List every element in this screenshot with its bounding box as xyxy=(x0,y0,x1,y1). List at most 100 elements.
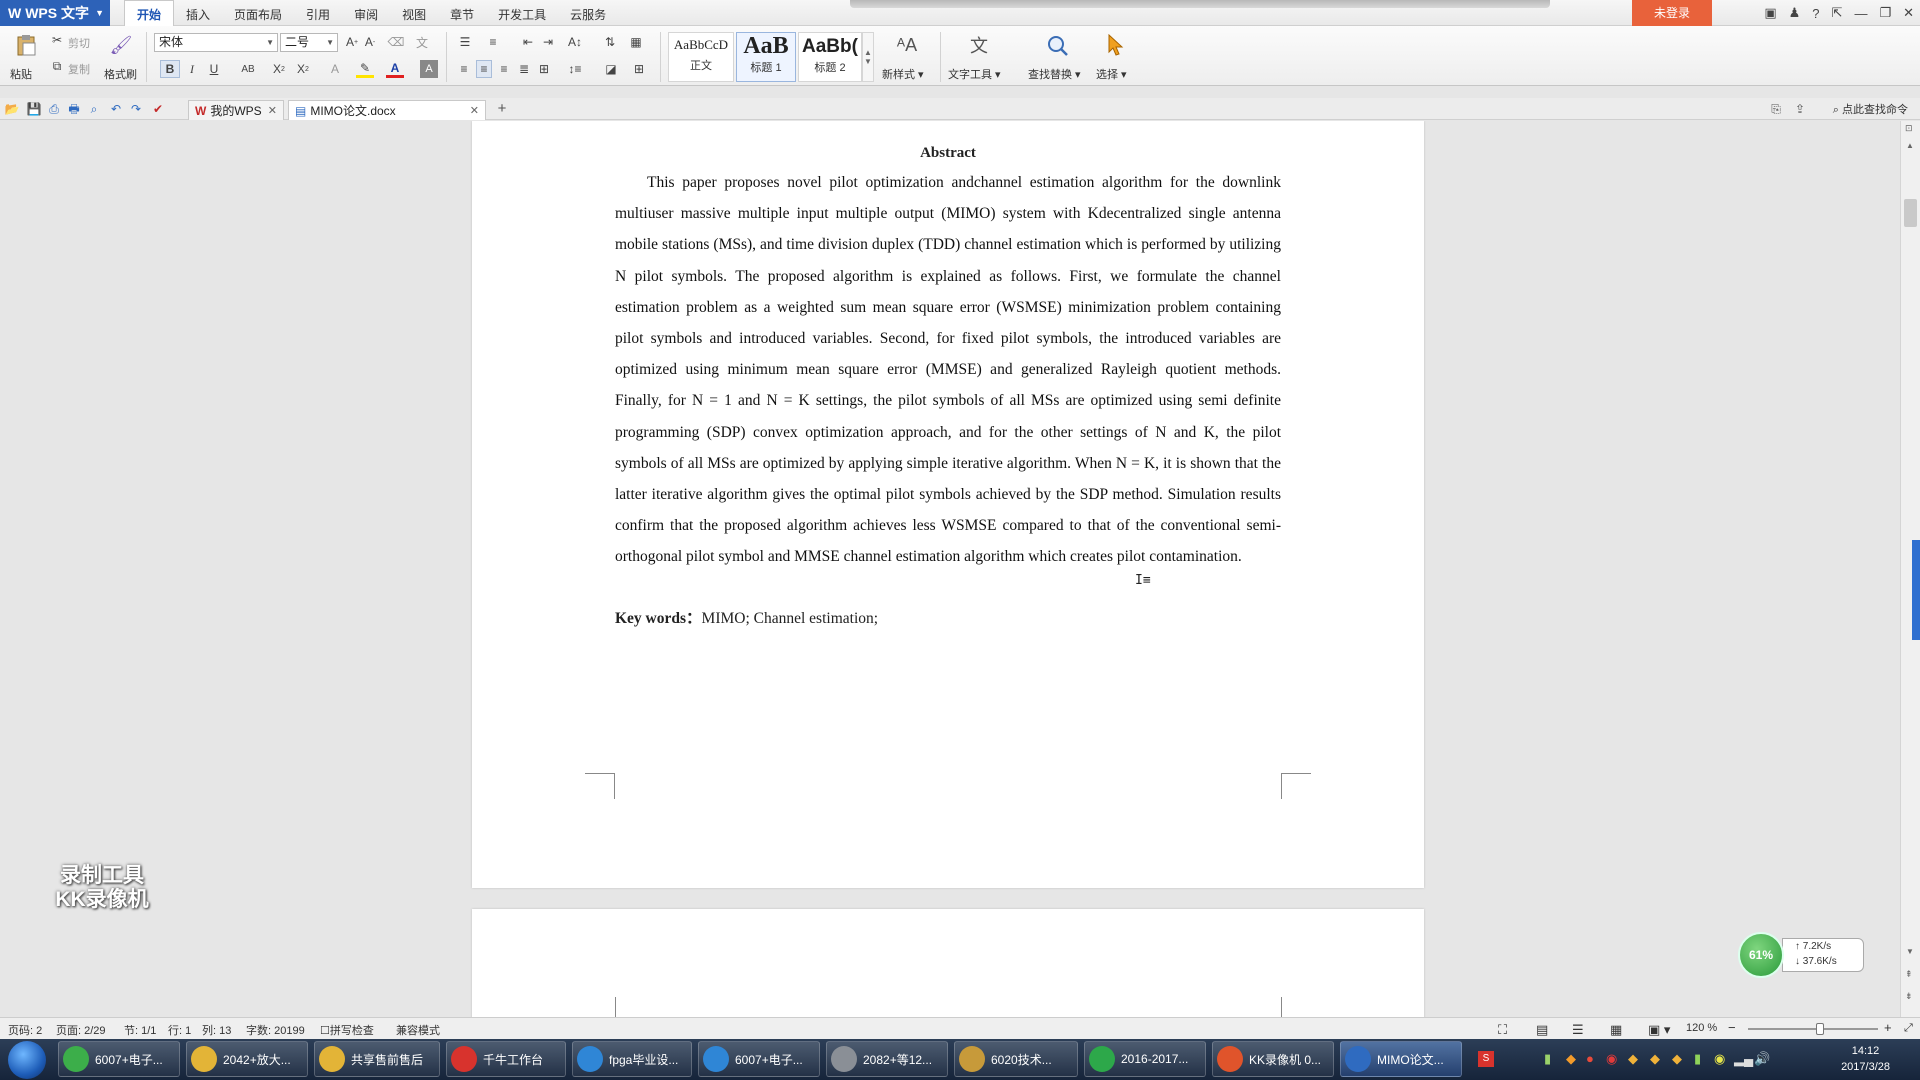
line-spacing-icon[interactable]: ↕≡ xyxy=(564,60,586,78)
taskbar-item[interactable]: 2082+等12... xyxy=(826,1041,948,1077)
tab-chapter[interactable]: 章节 xyxy=(438,0,486,26)
tray-app-icon[interactable]: ◆ xyxy=(1650,1051,1660,1067)
open-folder-icon[interactable]: 📂 xyxy=(4,101,20,117)
minimize-icon[interactable]: — xyxy=(1854,6,1867,21)
abstract-paragraph[interactable]: This paper proposes novel pilot optimiza… xyxy=(615,167,1281,573)
redo-icon[interactable]: ↷ xyxy=(128,101,144,117)
volume-icon[interactable]: 🔊 xyxy=(1754,1051,1770,1067)
style-heading-2[interactable]: AaBb( 标题 2 xyxy=(798,32,862,82)
skin-icon[interactable]: ▣ xyxy=(1764,5,1776,21)
status-page[interactable]: 页面: 2/29 xyxy=(56,1022,106,1038)
cut-icon[interactable]: ✂ xyxy=(50,33,64,47)
start-orb-icon[interactable] xyxy=(8,1041,46,1079)
prev-page-icon[interactable]: ⇞ xyxy=(1905,969,1913,980)
tab-mimo-docx[interactable]: ▤ MIMO论文.docx ✕ xyxy=(288,100,486,120)
align-right-icon[interactable]: ≡ xyxy=(496,60,512,78)
align-left-icon[interactable]: ≡ xyxy=(456,60,472,78)
new-tab-icon[interactable]: + xyxy=(494,101,510,117)
memory-usage-circle[interactable]: 61% xyxy=(1738,932,1784,978)
style-normal[interactable]: AaBbCcD 正文 xyxy=(668,32,734,82)
fullscreen-icon[interactable]: ⛶ xyxy=(1498,1022,1507,1038)
justify-icon[interactable]: ≣ xyxy=(516,60,532,78)
status-word-count[interactable]: 字数: 20199 xyxy=(246,1022,305,1038)
customize-icon[interactable]: ✔ xyxy=(150,101,166,117)
tray-app-icon[interactable]: ◆ xyxy=(1672,1051,1682,1067)
bold-icon[interactable]: B xyxy=(160,60,180,78)
zoom-slider[interactable] xyxy=(1748,1028,1878,1030)
borders-icon[interactable]: ⊞ xyxy=(628,60,650,78)
shading-icon[interactable]: ◪ xyxy=(600,60,622,78)
find-replace-label[interactable]: 查找替换 ▾ xyxy=(1028,66,1081,82)
taskbar-item[interactable]: 6007+电子... xyxy=(58,1041,180,1077)
align-center-icon[interactable]: ≡ xyxy=(476,60,492,78)
tray-app-icon[interactable]: ◉ xyxy=(1714,1051,1725,1067)
close-tab-icon[interactable]: ✕ xyxy=(470,104,479,117)
text-effect-icon[interactable]: A xyxy=(326,60,344,78)
font-color-icon[interactable]: A xyxy=(386,60,404,78)
text-tools-icon[interactable]: 文 xyxy=(964,32,994,58)
taskbar-item[interactable]: 2016-2017... xyxy=(1084,1041,1206,1077)
format-painter-icon[interactable]: 🖌 xyxy=(108,32,134,58)
underline-icon[interactable]: U xyxy=(206,60,222,78)
ruler-toggle-icon[interactable]: ⊡ xyxy=(1905,123,1913,134)
outline-view-icon[interactable]: ☰ xyxy=(1572,1022,1584,1038)
cut-label[interactable]: 剪切 xyxy=(68,35,90,51)
print-preview-icon[interactable]: ⌕ xyxy=(86,101,102,117)
tab-review[interactable]: 审阅 xyxy=(342,0,390,26)
tab-home[interactable]: 开始 xyxy=(124,0,175,26)
network-speed-widget[interactable]: ↑ 7.2K/s ↓ 37.6K/s 61% xyxy=(1738,930,1868,980)
tab-page-layout[interactable]: 页面布局 xyxy=(222,0,294,26)
table-grid-icon[interactable]: ▦ xyxy=(628,34,644,50)
reading-view-icon[interactable]: ▣ ▾ xyxy=(1648,1022,1670,1038)
ime-icon[interactable]: S xyxy=(1478,1051,1494,1067)
maximize-icon[interactable]: ❐ xyxy=(1879,5,1891,21)
taskbar-item[interactable]: 6020技术... xyxy=(954,1041,1078,1077)
save-icon[interactable]: 💾 xyxy=(26,101,42,117)
paste-label[interactable]: 粘贴 xyxy=(10,66,32,82)
clock[interactable]: 14:12 2017/3/28 xyxy=(1841,1043,1890,1075)
select-arrow-icon[interactable] xyxy=(1104,32,1128,58)
tab-my-wps[interactable]: W 我的WPS ✕ xyxy=(188,100,284,120)
zoom-out-icon[interactable]: − xyxy=(1728,1020,1736,1035)
undo-icon[interactable]: ↶ xyxy=(108,101,124,117)
copy-label[interactable]: 复制 xyxy=(68,61,90,77)
document-page[interactable] xyxy=(472,909,1424,1017)
subscript-icon[interactable]: X2 xyxy=(294,60,312,78)
scrollbar-thumb[interactable] xyxy=(1904,199,1917,227)
paste-icon[interactable] xyxy=(10,32,42,58)
print-icon[interactable]: 🖶 xyxy=(66,101,82,117)
styles-more-icon[interactable]: ▲ ▼ xyxy=(862,32,874,82)
taskbar-item[interactable]: KK录像机 0... xyxy=(1212,1041,1334,1077)
scroll-down-icon[interactable]: ▼ xyxy=(1906,947,1914,956)
select-label[interactable]: 选择 ▾ xyxy=(1096,66,1127,82)
taskbar-item[interactable]: 千牛工作台 xyxy=(446,1041,566,1077)
numbering-icon[interactable]: ≡ xyxy=(482,34,504,50)
fit-page-icon[interactable]: ⤢ xyxy=(1904,1022,1913,1035)
side-panel-tab[interactable] xyxy=(1912,540,1920,640)
format-painter-label[interactable]: 格式刷 xyxy=(104,66,137,82)
tab-view[interactable]: 视图 xyxy=(390,0,438,26)
copy-icon[interactable]: ⧉ xyxy=(50,59,64,73)
zoom-level[interactable]: 120 % xyxy=(1686,1022,1717,1034)
taskbar-item[interactable]: 2042+放大... xyxy=(186,1041,308,1077)
new-style-icon[interactable]: ᴬA xyxy=(892,32,922,58)
export-pdf-icon[interactable]: ⎙ xyxy=(46,101,62,117)
superscript-icon[interactable]: X2 xyxy=(270,60,288,78)
increase-indent-icon[interactable]: ⇥ xyxy=(540,34,556,50)
style-heading-1[interactable]: AaB 标题 1 xyxy=(736,32,796,82)
document-canvas[interactable]: Abstract This paper proposes novel pilot… xyxy=(0,121,1900,1017)
tab-cloud[interactable]: 云服务 xyxy=(558,0,618,26)
keywords-line[interactable]: Key words：MIMO; Channel estimation; xyxy=(615,606,1281,628)
taskbar-item[interactable]: 共享售前售后 xyxy=(314,1041,440,1077)
login-button[interactable]: 未登录 xyxy=(1632,0,1712,26)
scroll-up-icon[interactable]: ▲ xyxy=(1906,141,1914,150)
sort-icon[interactable]: ⇅ xyxy=(600,34,620,50)
taskbar-item[interactable]: 6007+电子... xyxy=(698,1041,820,1077)
font-name-select[interactable]: 宋体 ▼ xyxy=(154,33,278,52)
tray-app-icon[interactable]: ▮ xyxy=(1544,1051,1551,1067)
zoom-slider-knob[interactable] xyxy=(1815,1023,1824,1035)
clear-format-icon[interactable]: ⌫ xyxy=(388,34,405,50)
network-icon[interactable]: ▂▄ xyxy=(1734,1051,1753,1067)
find-replace-icon[interactable] xyxy=(1042,32,1072,58)
restore-ribbon-icon[interactable]: ⇱ xyxy=(1832,5,1843,21)
